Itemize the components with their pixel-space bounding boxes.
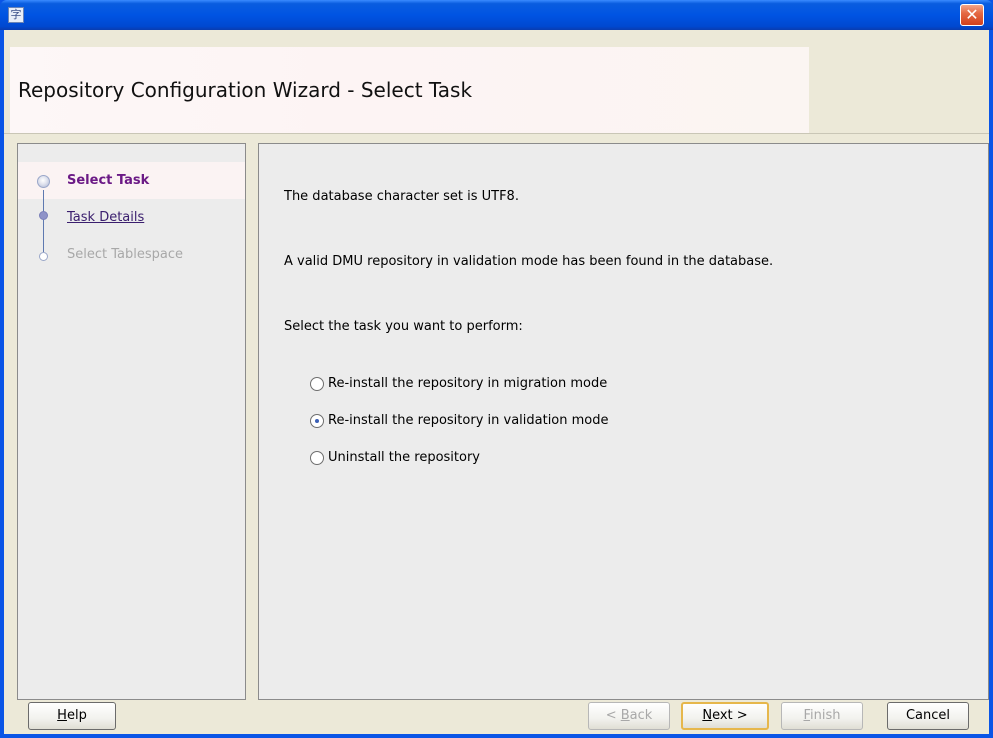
- task-prompt: Select the task you want to perform:: [284, 319, 523, 334]
- back-prefix: <: [605, 708, 621, 723]
- option-label: Re-install the repository in migration m…: [328, 376, 608, 391]
- back-button[interactable]: < Back: [588, 702, 670, 730]
- step-current-icon: [37, 175, 50, 188]
- step-select-tablespace: Select Tablespace: [67, 247, 183, 262]
- title-bar[interactable]: 字 ✕: [0, 0, 993, 30]
- back-mnemonic: B: [620, 708, 630, 723]
- step-pending-icon: [39, 252, 48, 261]
- step-task-details[interactable]: Task Details: [67, 210, 144, 225]
- cancel-button[interactable]: Cancel: [887, 702, 969, 730]
- radio-button-selected[interactable]: [310, 414, 324, 428]
- next-mnemonic: N: [702, 708, 713, 723]
- step-select-task: Select Task: [67, 173, 150, 188]
- option-label: Uninstall the repository: [328, 450, 481, 465]
- dialog-body: Repository Configuration Wizard - Select…: [4, 30, 989, 734]
- radio-button[interactable]: [310, 377, 324, 391]
- radio-selected-dot: [315, 419, 319, 423]
- repository-found-message: A valid DMU repository in validation mod…: [284, 254, 774, 269]
- step-visited-icon: [39, 211, 48, 220]
- finish-label: inish: [810, 708, 841, 723]
- step-connector: [43, 190, 44, 212]
- step-connector: [43, 217, 44, 252]
- wizard-window: 字 ✕ Repository Configuration Wizard - Se…: [0, 0, 993, 738]
- charset-message: The database character set is UTF8.: [284, 189, 519, 204]
- configuration-icon: 字: [8, 7, 24, 23]
- option-label: Re-install the repository in validation …: [328, 413, 609, 428]
- task-panel: The database character set is UTF8. A va…: [258, 143, 989, 700]
- close-button[interactable]: ✕: [960, 4, 984, 26]
- help-label: elp: [66, 708, 87, 723]
- next-button[interactable]: Next >: [681, 702, 769, 730]
- step-navigator: Select Task Task Details Select Tablespa…: [17, 143, 246, 700]
- page-title: Repository Configuration Wizard - Select…: [18, 78, 473, 102]
- finish-button[interactable]: Finish: [781, 702, 863, 730]
- back-label: ack: [629, 708, 653, 723]
- help-mnemonic: H: [57, 708, 67, 723]
- wizard-header: Repository Configuration Wizard - Select…: [4, 30, 989, 134]
- next-label: ext >: [712, 708, 748, 723]
- radio-button[interactable]: [310, 451, 324, 465]
- help-button[interactable]: Help: [28, 702, 116, 730]
